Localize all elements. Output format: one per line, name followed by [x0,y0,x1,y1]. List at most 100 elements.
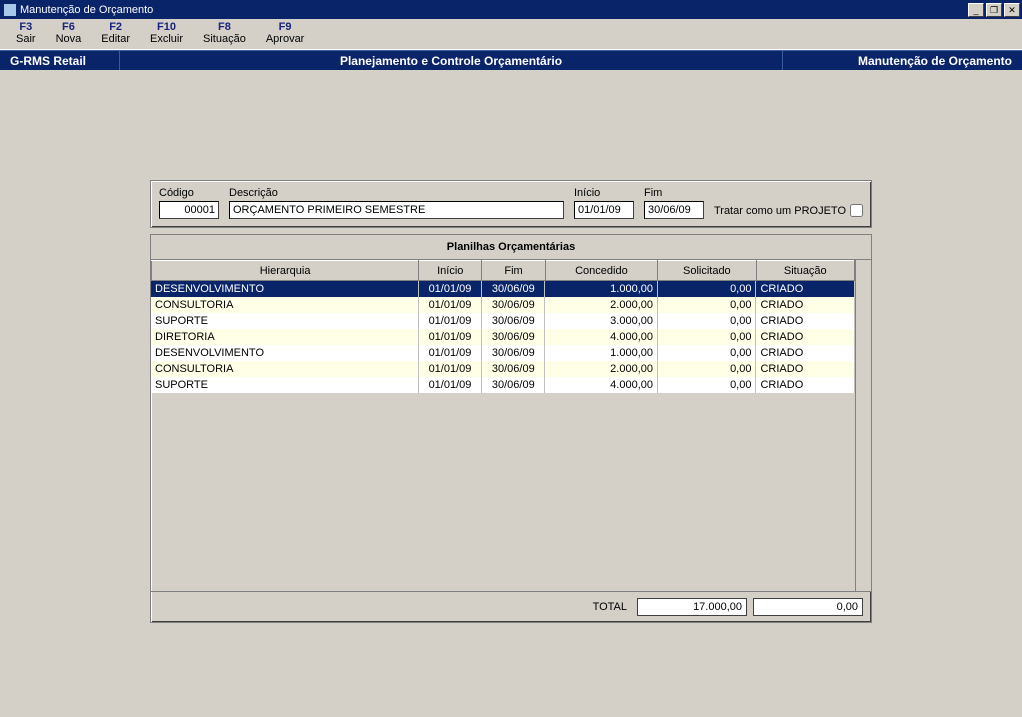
window-controls: _ ❐ ✕ [968,3,1020,17]
cell-fim: 30/06/09 [482,377,545,393]
total-row: TOTAL 17.000,00 0,00 [151,591,871,622]
menu-nova[interactable]: F6 Nova [46,21,92,45]
cell-situacao: CRIADO [756,361,855,377]
cell-situacao: CRIADO [756,377,855,393]
menu-label: Sair [16,33,36,45]
spreadsheet-panel: Planilhas Orçamentárias Hierarquia [150,234,872,623]
cell-concedido: 4.000,00 [545,377,658,393]
menu-editar[interactable]: F2 Editar [91,21,140,45]
minimize-button[interactable]: _ [968,3,984,17]
budget-table-body[interactable]: DESENVOLVIMENTO01/01/0930/06/091.000,000… [151,281,855,393]
cell-hierarquia: SUPORTE [151,313,418,329]
col-fim[interactable]: Fim [482,261,545,281]
menu-label: Situação [203,33,246,45]
cell-inicio: 01/01/09 [418,281,481,297]
cell-solicitado: 0,00 [658,345,756,361]
col-hierarquia[interactable]: Hierarquia [152,261,419,281]
cell-fim: 30/06/09 [482,329,545,345]
cell-solicitado: 0,00 [658,377,756,393]
col-situacao[interactable]: Situação [756,261,854,281]
screen-title: Manutenção de Orçamento [782,51,1022,70]
fim-input[interactable] [644,201,704,219]
menu-label: Editar [101,33,130,45]
app-name: G-RMS Retail [0,51,120,70]
cell-inicio: 01/01/09 [418,297,481,313]
grid-title: Planilhas Orçamentárias [151,235,871,260]
menu-situacao[interactable]: F8 Situação [193,21,256,45]
cell-inicio: 01/01/09 [418,377,481,393]
cell-fim: 30/06/09 [482,297,545,313]
menu-key: F10 [150,21,183,33]
table-header-row: Hierarquia Início Fim Concedido Solicita… [152,261,855,281]
cell-fim: 30/06/09 [482,313,545,329]
table-row[interactable]: DESENVOLVIMENTO01/01/0930/06/091.000,000… [151,281,855,297]
cell-situacao: CRIADO [756,297,855,313]
table-row[interactable]: CONSULTORIA01/01/0930/06/092.000,000,00C… [151,361,855,377]
cell-solicitado: 0,00 [658,297,756,313]
codigo-field-wrap: Código [159,187,219,219]
cell-fim: 30/06/09 [482,345,545,361]
menu-key: F2 [101,21,130,33]
cell-hierarquia: DESENVOLVIMENTO [151,345,418,361]
cell-inicio: 01/01/09 [418,313,481,329]
cell-concedido: 2.000,00 [545,361,658,377]
codigo-input[interactable] [159,201,219,219]
inicio-input[interactable] [574,201,634,219]
table-row[interactable]: SUPORTE01/01/0930/06/094.000,000,00CRIAD… [151,377,855,393]
fim-label: Fim [644,187,704,199]
cell-situacao: CRIADO [756,313,855,329]
descricao-label: Descrição [229,187,564,199]
cell-inicio: 01/01/09 [418,345,481,361]
budget-table[interactable]: Hierarquia Início Fim Concedido Solicita… [151,260,855,281]
projeto-checkbox-wrap: Tratar como um PROJETO [714,204,863,219]
cell-fim: 30/06/09 [482,361,545,377]
inicio-field-wrap: Início [574,187,634,219]
cell-concedido: 3.000,00 [545,313,658,329]
fim-field-wrap: Fim [644,187,704,219]
menu-key: F8 [203,21,246,33]
cell-concedido: 1.000,00 [545,281,658,297]
menu-label: Nova [56,33,82,45]
col-concedido[interactable]: Concedido [545,261,657,281]
cell-solicitado: 0,00 [658,329,756,345]
table-row[interactable]: DESENVOLVIMENTO01/01/0930/06/091.000,000… [151,345,855,361]
menu-key: F9 [266,21,305,33]
projeto-label: Tratar como um PROJETO [714,205,846,217]
cell-solicitado: 0,00 [658,281,756,297]
cell-fim: 30/06/09 [482,281,545,297]
cell-situacao: CRIADO [756,281,855,297]
table-row[interactable]: CONSULTORIA01/01/0930/06/092.000,000,00C… [151,297,855,313]
cell-situacao: CRIADO [756,329,855,345]
menu-label: Aprovar [266,33,305,45]
maximize-button[interactable]: ❐ [986,3,1002,17]
table-row[interactable]: DIRETORIA01/01/0930/06/094.000,000,00CRI… [151,329,855,345]
col-solicitado[interactable]: Solicitado [658,261,756,281]
vertical-scrollbar[interactable] [855,260,871,591]
cell-hierarquia: SUPORTE [151,377,418,393]
projeto-checkbox[interactable] [850,204,863,217]
window-titlebar: Manutenção de Orçamento _ ❐ ✕ [0,0,1022,19]
cell-concedido: 2.000,00 [545,297,658,313]
grid-body: DESENVOLVIMENTO01/01/0930/06/091.000,000… [151,281,855,591]
menu-excluir[interactable]: F10 Excluir [140,21,193,45]
codigo-label: Código [159,187,219,199]
close-button[interactable]: ✕ [1004,3,1020,17]
menu-label: Excluir [150,33,183,45]
module-title: Planejamento e Controle Orçamentário [120,54,782,68]
cell-concedido: 1.000,00 [545,345,658,361]
descricao-input[interactable] [229,201,564,219]
cell-hierarquia: CONSULTORIA [151,297,418,313]
menu-key: F6 [56,21,82,33]
cell-solicitado: 0,00 [658,313,756,329]
inicio-label: Início [574,187,634,199]
descricao-field-wrap: Descrição [229,187,564,219]
app-icon [4,4,16,16]
table-row[interactable]: SUPORTE01/01/0930/06/093.000,000,00CRIAD… [151,313,855,329]
col-inicio[interactable]: Início [419,261,482,281]
menu-sair[interactable]: F3 Sair [6,21,46,45]
window-title: Manutenção de Orçamento [20,4,153,16]
menu-aprovar[interactable]: F9 Aprovar [256,21,315,45]
budget-header-panel: Código Descrição Início Fim Tratar como … [150,180,872,228]
total-label: TOTAL [593,601,627,613]
cell-hierarquia: DESENVOLVIMENTO [151,281,418,297]
